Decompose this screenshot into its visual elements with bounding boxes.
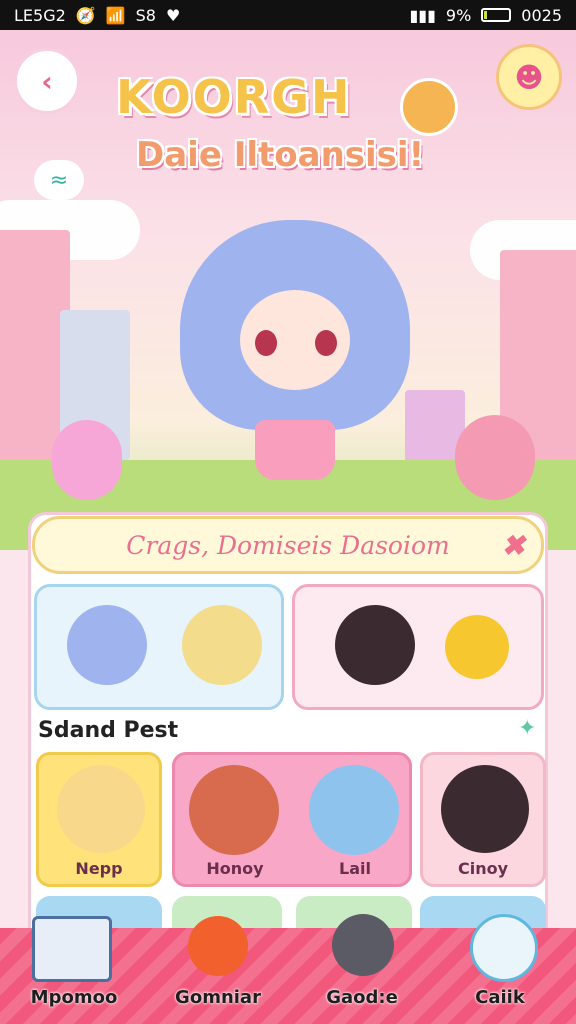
pink-cat-pet[interactable] [52, 420, 122, 500]
featured-card-1[interactable] [34, 584, 284, 710]
section-title: Sdand Pest [38, 718, 179, 743]
cellular-icon: ▮▮▮ [409, 5, 436, 25]
bear-logo-icon [400, 78, 458, 136]
nav-label: Gomniar [175, 987, 261, 1008]
heart-icon: ♥ [165, 5, 181, 25]
game-subtitle: Daie Iltoansisi! [136, 135, 425, 175]
nav-label: Caiik [475, 987, 525, 1008]
character-card[interactable]: Cinoy [420, 752, 546, 887]
back-arrow-icon: ‹ [41, 64, 53, 98]
bear-icon [332, 914, 394, 976]
character-card[interactable]: Honoy Lail [172, 752, 412, 887]
avatar [335, 605, 415, 685]
pet-face-icon: ☻ [514, 60, 544, 94]
character-name: Lail [339, 859, 371, 878]
sparkle-icon: ✦ [518, 716, 537, 741]
featured-card-2[interactable] [292, 584, 544, 710]
back-button[interactable]: ‹ [14, 48, 80, 114]
close-icon[interactable]: ✖ [502, 529, 525, 562]
clock: 0025 [521, 5, 562, 25]
character-name: Nepp [75, 859, 123, 878]
nav-label: Mpomoo [30, 987, 118, 1008]
bottom-nav: Mpomoo Gomniar Gaod:e Caiik [0, 914, 576, 1024]
pet-menu-button[interactable]: ☻ [496, 44, 562, 110]
signal-label: S8 [135, 5, 156, 25]
main-character[interactable] [170, 200, 420, 500]
chat-bubble-icon[interactable]: ≈ [34, 160, 84, 200]
chick-avatar [445, 615, 509, 679]
title-banner: Crags, Domiseis Dasoiom ✖ [32, 516, 544, 574]
character-name: Honoy [206, 859, 264, 878]
wifi-icon: 📶 [105, 5, 126, 25]
game-logo: KOORGH [116, 70, 352, 124]
avatar [67, 605, 147, 685]
status-bar: LE5G2 🧭 📶 S8 ♥ ▮▮▮ 9% 0025 [0, 0, 576, 30]
nav-label: Gaod:e [326, 987, 398, 1008]
character-name: Cinoy [457, 859, 509, 878]
avatar [441, 765, 529, 853]
avatar [57, 765, 145, 853]
nav-item-gaode[interactable]: Gaod:e [302, 914, 422, 1024]
apple-icon [188, 916, 248, 976]
pink-pig-pet[interactable] [455, 415, 535, 500]
banner-text: Crags, Domiseis Dasoiom [126, 530, 450, 560]
avatar [182, 605, 262, 685]
avatar [309, 765, 399, 855]
ghost-face-icon [470, 914, 538, 982]
nav-item-mpomoo[interactable]: Mpomoo [14, 916, 134, 1024]
battery-percent: 9% [445, 5, 472, 25]
carrier-label: LE5G2 [14, 5, 66, 25]
nav-item-gomniar[interactable]: Gomniar [158, 916, 278, 1024]
books-icon [32, 916, 112, 982]
compass-icon: 🧭 [75, 5, 96, 25]
character-card[interactable]: Nepp [36, 752, 162, 887]
nav-item-caiik[interactable]: Caiik [440, 914, 560, 1024]
battery-icon [481, 8, 512, 22]
avatar [189, 765, 279, 855]
